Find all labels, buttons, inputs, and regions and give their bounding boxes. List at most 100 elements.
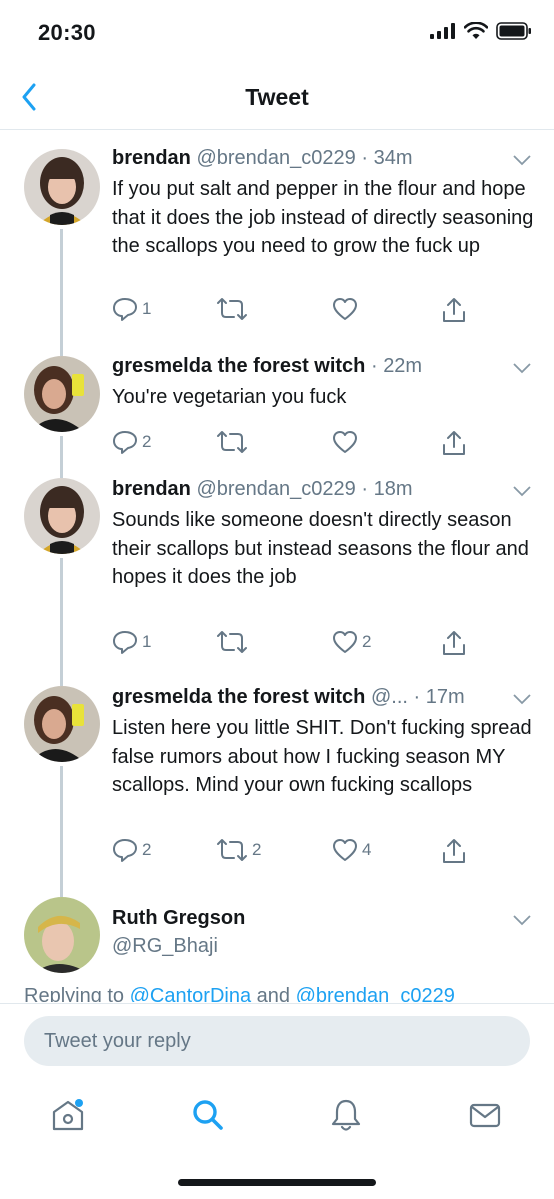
- timestamp: 34m: [373, 147, 413, 169]
- status-icons: [430, 22, 532, 40]
- retweet-icon: [217, 631, 247, 653]
- reply-button[interactable]: 2: [112, 430, 151, 454]
- notifications-bell-icon: [331, 1099, 361, 1131]
- tweet-item[interactable]: brendan @brendan_c0229 · 34m If you put …: [0, 131, 554, 341]
- tab-search[interactable]: [188, 1095, 228, 1135]
- author-name[interactable]: Ruth Gregson: [112, 907, 245, 929]
- chevron-down-icon[interactable]: [512, 153, 532, 167]
- thread-connector: [60, 341, 63, 356]
- share-button[interactable]: [442, 430, 466, 456]
- thread-connector: [60, 676, 63, 686]
- author-handle[interactable]: @brendan_c0229: [196, 147, 355, 169]
- retweet-button[interactable]: [216, 430, 252, 454]
- tweet-item[interactable]: brendan @brendan_c0229 · 18m Sounds like…: [0, 468, 554, 676]
- share-button[interactable]: [442, 297, 466, 323]
- reply-icon: [113, 298, 137, 321]
- thread: brendan @brendan_c0229 · 34m If you put …: [0, 131, 554, 1002]
- retweet-button[interactable]: 2: [216, 838, 261, 862]
- thread-connector: [60, 468, 63, 478]
- reply-input[interactable]: [24, 1016, 530, 1066]
- thread-connector: [60, 766, 63, 889]
- author-name[interactable]: gresmelda the forest witch: [112, 686, 365, 708]
- tweet-text: Sounds like someone doesn't directly sea…: [112, 509, 529, 588]
- timestamp: 22m: [383, 355, 423, 377]
- heart-icon: [333, 431, 357, 453]
- thread-connector: [60, 558, 63, 676]
- mention-link[interactable]: @brendan_c0229: [296, 985, 455, 1002]
- chevron-down-icon[interactable]: [512, 361, 532, 375]
- reply-icon: [113, 839, 137, 862]
- author-name[interactable]: brendan: [112, 147, 191, 169]
- tweet-header: gresmelda the forest witch @... · 17m: [112, 684, 530, 710]
- thread-connector: [60, 436, 63, 468]
- home-icon: [52, 1099, 84, 1131]
- mention-link[interactable]: @CantorDina: [130, 985, 251, 1002]
- thread-connector: [60, 889, 63, 897]
- search-icon: [193, 1100, 223, 1130]
- thread-connector: [60, 229, 63, 341]
- chevron-down-icon[interactable]: [512, 692, 532, 706]
- chevron-down-icon[interactable]: [512, 913, 532, 927]
- reply-button[interactable]: 1: [112, 297, 151, 321]
- timestamp: 18m: [373, 478, 413, 500]
- page-title: Tweet: [245, 84, 309, 110]
- timestamp: 17m: [425, 686, 465, 708]
- tweet-text: Listen here you little SHIT. Don't fucki…: [112, 717, 532, 796]
- tweet-actions: 1: [112, 297, 472, 327]
- author-handle[interactable]: @RG_Bhaji: [112, 935, 218, 957]
- like-button[interactable]: 4: [332, 838, 371, 862]
- author-name[interactable]: gresmelda the forest witch: [112, 355, 365, 377]
- tweet-actions: 2: [112, 430, 472, 460]
- wifi-icon: [464, 22, 488, 39]
- heart-icon: [333, 298, 357, 320]
- like-count: 2: [362, 632, 372, 651]
- like-button[interactable]: 2: [332, 630, 371, 654]
- tweet-item[interactable]: gresmelda the forest witch · 22m You're …: [0, 341, 554, 468]
- share-icon: [443, 839, 465, 863]
- share-icon: [443, 631, 465, 655]
- author-name[interactable]: brendan: [112, 478, 191, 500]
- tweet-header: Ruth Gregson: [112, 905, 530, 931]
- messages-envelope-icon: [469, 1103, 501, 1128]
- retweet-button[interactable]: [216, 297, 252, 321]
- replying-to-label: Replying to: [24, 985, 130, 1002]
- tweet-header: brendan @brendan_c0229 · 18m: [112, 476, 530, 502]
- main-tweet[interactable]: Ruth Gregson @RG_Bhaji Replying to @Cant…: [0, 889, 554, 1002]
- reply-button[interactable]: 1: [112, 630, 151, 654]
- tweet-item[interactable]: gresmelda the forest witch @... · 17m Li…: [0, 676, 554, 889]
- share-button[interactable]: [442, 838, 466, 864]
- tweet-actions: 2 2 4: [112, 838, 472, 868]
- tweet-header: @RG_Bhaji: [112, 933, 530, 959]
- retweet-icon: [217, 431, 247, 453]
- avatar[interactable]: [24, 478, 100, 554]
- tab-messages[interactable]: [465, 1095, 505, 1135]
- avatar[interactable]: [24, 149, 100, 225]
- separator-dot: ·: [365, 355, 384, 377]
- signal-icon: [430, 23, 455, 39]
- heart-icon: [333, 839, 357, 861]
- tab-home[interactable]: [48, 1095, 88, 1135]
- author-handle[interactable]: @brendan_c0229: [196, 478, 355, 500]
- retweet-button[interactable]: [216, 630, 252, 654]
- author-handle[interactable]: @...: [371, 686, 408, 708]
- tab-notifications[interactable]: [326, 1095, 366, 1135]
- replying-to-and: and: [251, 985, 296, 1002]
- tweet-text: You're vegetarian you fuck: [112, 386, 347, 408]
- avatar[interactable]: [24, 356, 100, 432]
- chevron-down-icon[interactable]: [512, 484, 532, 498]
- avatar[interactable]: [24, 686, 100, 762]
- separator-dot: ·: [407, 686, 426, 708]
- share-icon: [443, 298, 465, 322]
- status-time: 20:30: [38, 20, 96, 45]
- tweet-actions: 1 2: [112, 630, 472, 660]
- like-button[interactable]: [332, 430, 362, 454]
- share-button[interactable]: [442, 630, 466, 656]
- like-button[interactable]: [332, 297, 362, 321]
- reply-bar: [0, 1003, 554, 1081]
- avatar[interactable]: [24, 897, 100, 973]
- separator-dot: ·: [355, 147, 374, 169]
- reply-button[interactable]: 2: [112, 838, 151, 862]
- reply-icon: [113, 431, 137, 454]
- home-indicator: [178, 1179, 376, 1186]
- reply-count: 2: [142, 432, 152, 451]
